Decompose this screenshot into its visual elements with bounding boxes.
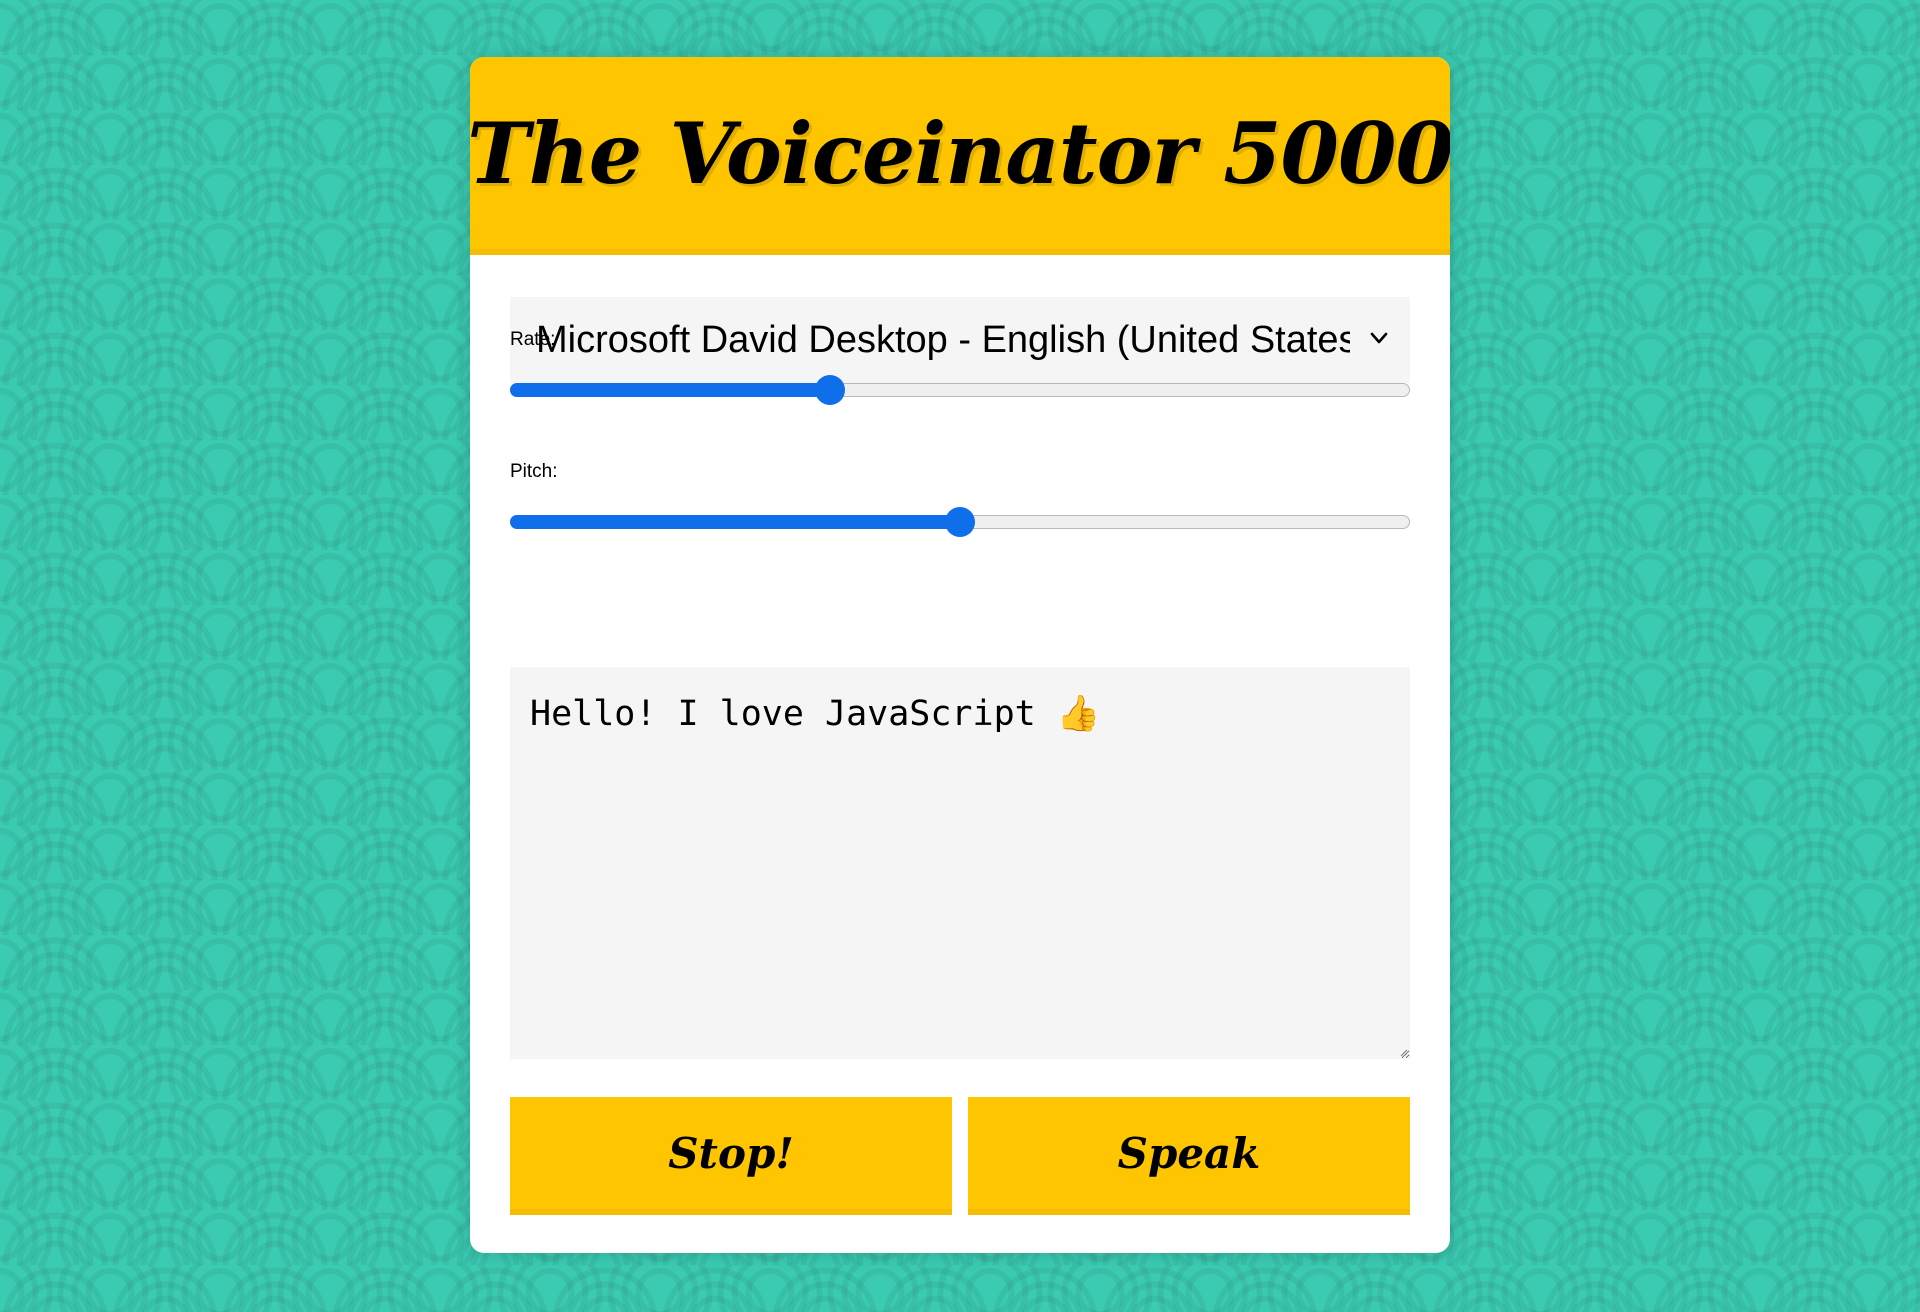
- message-textarea[interactable]: Hello! I love JavaScript 👍: [510, 667, 1410, 1059]
- pitch-label: Pitch:: [510, 461, 558, 482]
- stop-button[interactable]: Stop!: [510, 1097, 952, 1215]
- rate-slider[interactable]: [510, 375, 1410, 405]
- pitch-slider[interactable]: [510, 507, 1410, 537]
- page-title: The Voiceinator 5000: [470, 103, 1450, 203]
- voice-select[interactable]: Microsoft David Desktop - English (Unite…: [510, 297, 1410, 383]
- voice-select-container[interactable]: Microsoft David Desktop - English (Unite…: [510, 297, 1410, 383]
- voiceinator-card: The Voiceinator 5000 Microsoft David Des…: [470, 57, 1450, 1253]
- pitch-slider-thumb[interactable]: [945, 507, 975, 537]
- rate-slider-thumb[interactable]: [814, 375, 845, 405]
- rate-label: Rate:: [510, 329, 556, 350]
- speak-button[interactable]: Speak: [968, 1097, 1410, 1215]
- card-header: The Voiceinator 5000: [470, 57, 1450, 255]
- rate-slider-fill: [510, 383, 830, 397]
- pitch-slider-fill: [510, 515, 960, 529]
